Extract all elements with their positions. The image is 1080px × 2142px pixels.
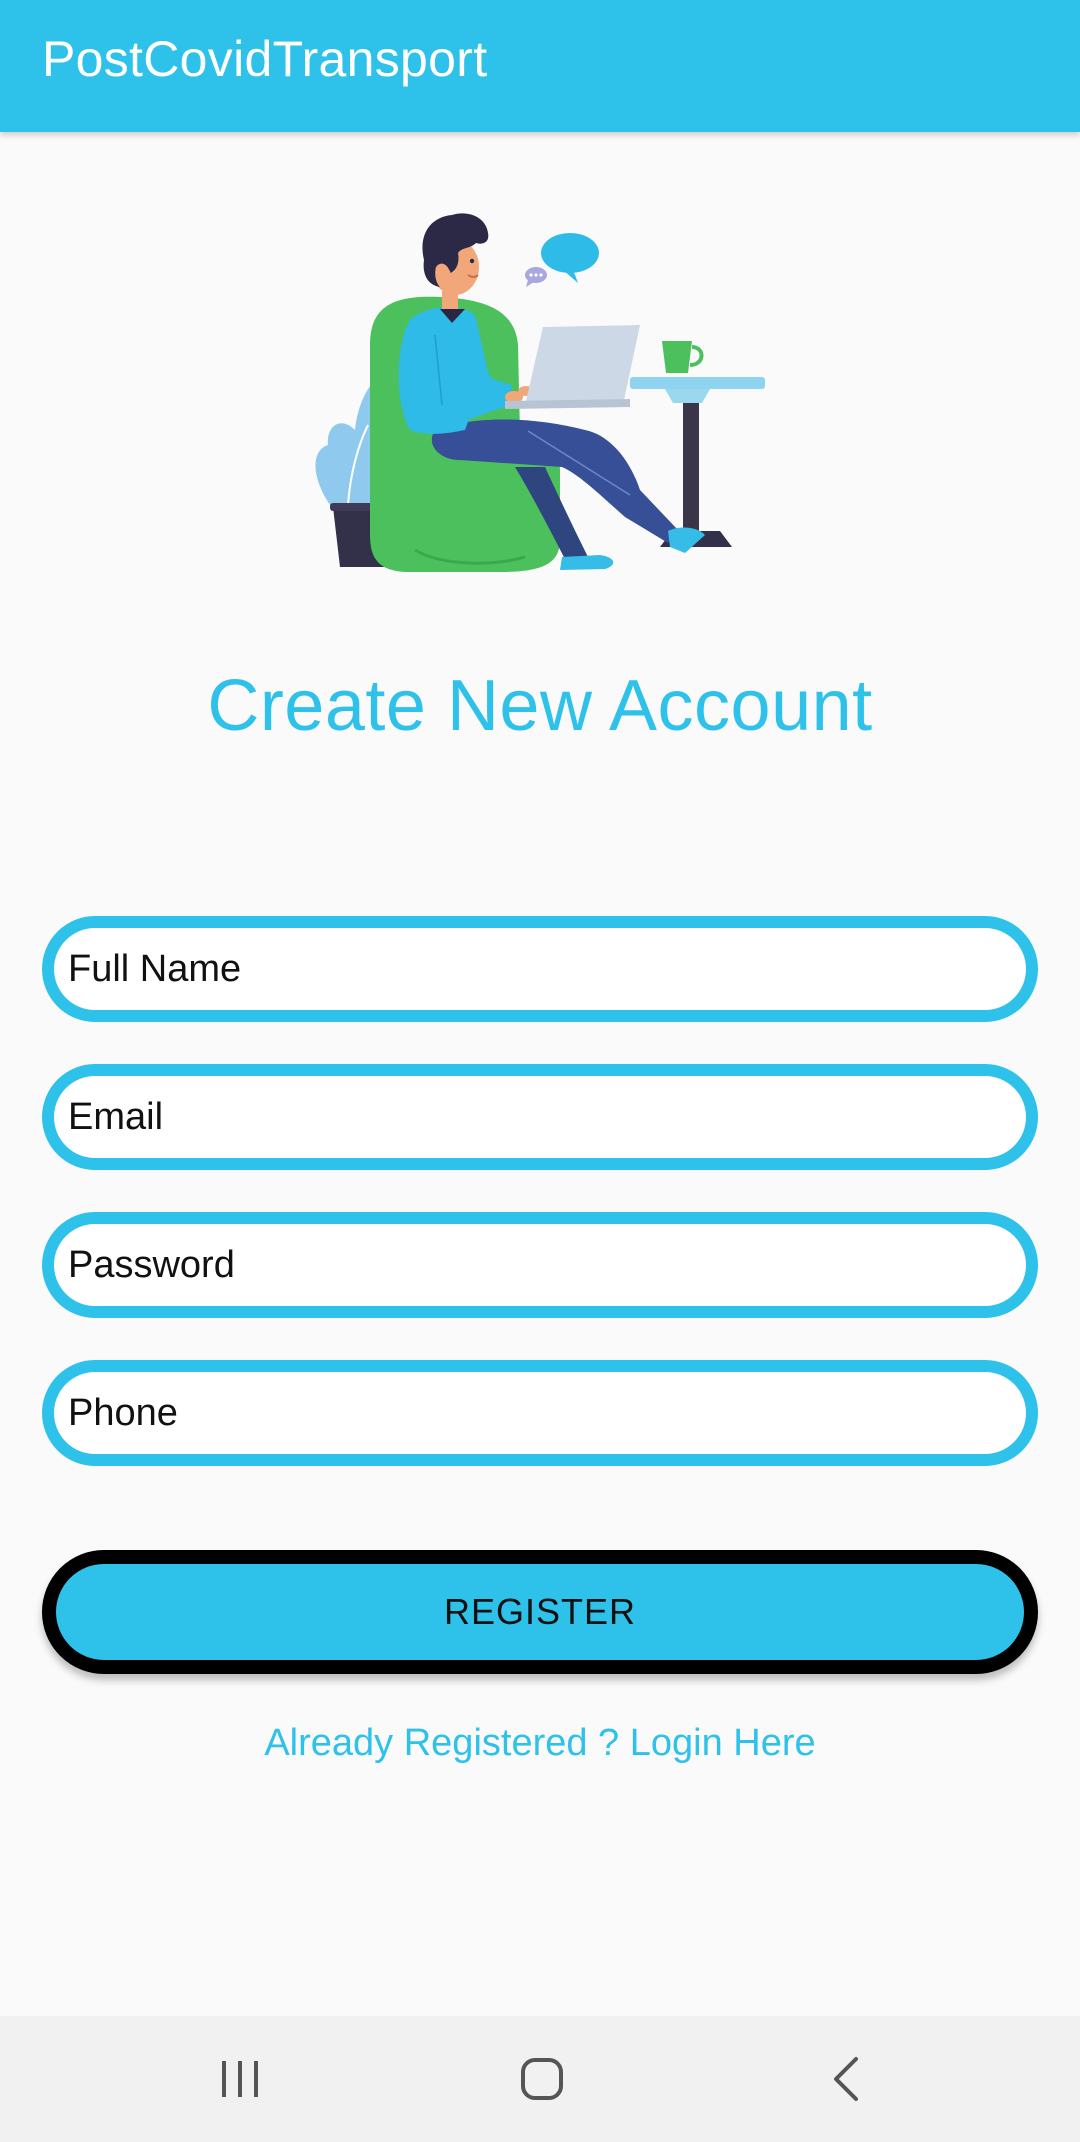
email-field-container — [42, 1064, 1038, 1170]
app-title: PostCovidTransport — [42, 31, 488, 87]
app-bar: PostCovidTransport — [0, 0, 1080, 132]
full-name-field-container — [42, 916, 1038, 1022]
password-field-container — [42, 1212, 1038, 1318]
system-navigation-bar — [0, 2016, 1080, 2142]
full-name-input[interactable] — [54, 928, 1026, 1010]
recent-apps-icon — [222, 2061, 258, 2097]
home-button[interactable] — [462, 2016, 622, 2142]
email-input[interactable] — [54, 1076, 1026, 1158]
login-link[interactable]: Already Registered ? Login Here — [0, 1722, 1080, 1765]
password-input[interactable] — [54, 1224, 1026, 1306]
home-icon — [521, 2058, 563, 2100]
phone-input[interactable] — [54, 1372, 1026, 1454]
recent-apps-button[interactable] — [160, 2016, 320, 2142]
page-title: Create New Account — [207, 666, 873, 746]
back-icon — [834, 2057, 858, 2101]
person-with-laptop-illustration — [315, 213, 765, 572]
back-button[interactable] — [766, 2016, 926, 2142]
phone-field-container — [42, 1360, 1038, 1466]
register-button[interactable]: REGISTER — [42, 1550, 1038, 1674]
